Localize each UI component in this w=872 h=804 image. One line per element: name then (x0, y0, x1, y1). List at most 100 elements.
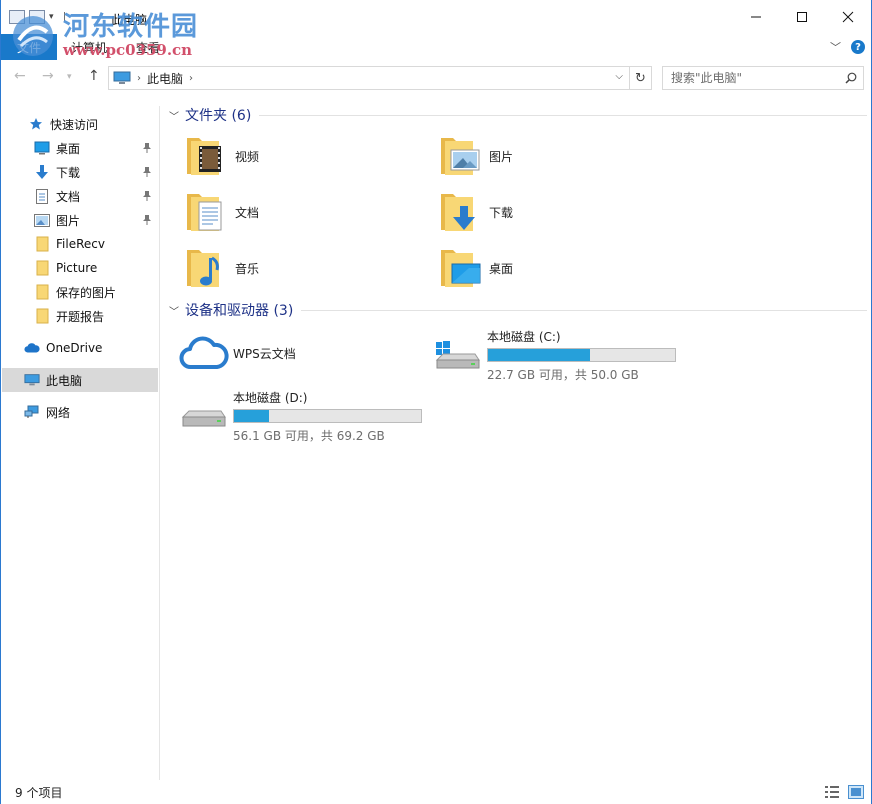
folder-icon (34, 308, 50, 324)
drive-usage-bar (233, 409, 422, 423)
separator-icon: | (63, 10, 73, 24)
sidebar-item-documents[interactable]: 文档 (2, 184, 158, 208)
quick-access-toolbar: ▾ | (9, 10, 73, 24)
sidebar-item-quick-access[interactable]: 快速访问 (2, 112, 158, 136)
close-button[interactable] (825, 0, 871, 34)
ribbon-tabs: 文件 计算机 查看 ﹀ ? (1, 34, 871, 60)
drive-free-space: 56.1 GB 可用，共 69.2 GB (233, 427, 422, 444)
sidebar-item-label: 开题报告 (56, 308, 104, 325)
video-folder-icon (185, 134, 229, 178)
sidebar-item-label: 保存的图片 (56, 284, 116, 301)
folder-label: 下载 (489, 204, 513, 221)
window-controls (733, 0, 871, 34)
folder-label: 音乐 (235, 260, 259, 277)
new-folder-icon[interactable] (29, 10, 45, 24)
chevron-down-icon[interactable]: ﹀ (169, 303, 179, 318)
pin-icon[interactable] (142, 142, 152, 154)
folder-music[interactable]: 音乐 (185, 244, 425, 292)
maximize-icon (796, 11, 808, 23)
drive-free-space: 22.7 GB 可用，共 50.0 GB (487, 366, 676, 383)
address-bar[interactable]: › 此电脑 › ⌵ (108, 66, 630, 90)
folder-label: 文档 (235, 204, 259, 221)
group-label: 文件夹 (6) (185, 105, 251, 125)
properties-icon[interactable] (9, 10, 25, 24)
drive-d[interactable]: 本地磁盘 (D:) 56.1 GB 可用，共 69.2 GB (179, 389, 422, 444)
hard-drive-icon (179, 389, 229, 433)
tab-file[interactable]: 文件 (1, 34, 57, 60)
breadcrumb-separator-icon[interactable]: › (137, 73, 141, 84)
up-arrow-icon[interactable]: ↑ (88, 68, 100, 84)
navigation-bar: ← → ▾ ↑ › 此电脑 › ⌵ ↻ (1, 62, 871, 92)
chevron-down-icon[interactable]: ▾ (49, 10, 59, 24)
sidebar-item-label: 图片 (56, 212, 80, 229)
sidebar-item-picture[interactable]: Picture (2, 256, 158, 280)
address-dropdown-icon[interactable]: ⌵ (615, 71, 623, 82)
sidebar-item-desktop[interactable]: 桌面 (2, 136, 158, 160)
item-count: 9 个项目 (15, 784, 62, 801)
folder-pictures[interactable]: 图片 (439, 132, 679, 180)
refresh-button[interactable]: ↻ (630, 66, 652, 90)
maximize-button[interactable] (779, 0, 825, 34)
cloud-icon (179, 333, 229, 373)
pin-icon[interactable] (142, 214, 152, 226)
sidebar-item-label: FileRecv (56, 237, 105, 251)
cloud-icon (24, 340, 40, 356)
chevron-down-icon[interactable]: ﹀ (169, 108, 179, 123)
sidebar-item-label: 桌面 (56, 140, 80, 157)
recent-locations-icon[interactable]: ▾ (67, 72, 72, 82)
sidebar-item-onedrive[interactable]: OneDrive (2, 336, 158, 360)
drive-usage-fill (488, 349, 590, 361)
device-label: WPS云文档 (233, 345, 296, 362)
folder-desktop[interactable]: 桌面 (439, 244, 679, 292)
drive-usage-bar (487, 348, 676, 362)
search-box[interactable] (662, 66, 864, 90)
desktop-icon (34, 140, 50, 156)
tab-computer[interactable]: 计算机 (71, 39, 107, 56)
folder-label: 桌面 (489, 260, 513, 277)
minimize-button[interactable] (733, 0, 779, 34)
sidebar-item-label: OneDrive (46, 341, 102, 355)
search-icon (845, 72, 857, 84)
group-header-folders[interactable]: ﹀ 文件夹 (6) (167, 103, 867, 127)
desktop-folder-icon (439, 246, 483, 290)
sidebar-item-network[interactable]: 网络 (2, 400, 158, 424)
sidebar-item-label: 网络 (46, 404, 70, 421)
group-divider (259, 115, 867, 116)
folder-label: 图片 (489, 148, 513, 165)
folder-videos[interactable]: 视频 (185, 132, 425, 180)
drive-c[interactable]: 本地磁盘 (C:) 22.7 GB 可用，共 50.0 GB (433, 328, 676, 383)
minimize-icon (750, 11, 762, 23)
forward-arrow-icon[interactable]: → (42, 68, 54, 84)
folder-icon (34, 260, 50, 276)
sidebar-item-filerecv[interactable]: FileRecv (2, 232, 158, 256)
pin-icon[interactable] (142, 190, 152, 202)
drive-usage-fill (234, 410, 269, 422)
sidebar-item-pictures[interactable]: 图片 (2, 208, 158, 232)
tab-view[interactable]: 查看 (136, 39, 160, 56)
folder-documents[interactable]: 文档 (185, 188, 425, 236)
sidebar-item-label: Picture (56, 261, 97, 275)
search-input[interactable] (671, 71, 837, 85)
device-wps-cloud[interactable]: WPS云文档 (179, 333, 296, 373)
sidebar-item-label: 快速访问 (50, 116, 98, 133)
sidebar-item-label: 此电脑 (46, 372, 82, 389)
download-icon (34, 164, 50, 180)
back-arrow-icon[interactable]: ← (14, 68, 26, 84)
sidebar-item-saved-pictures[interactable]: 保存的图片 (2, 280, 158, 304)
expand-ribbon-icon[interactable]: ﹀ (830, 39, 841, 55)
breadcrumb-this-pc[interactable]: 此电脑 (147, 70, 183, 87)
breadcrumb-separator-icon[interactable]: › (189, 73, 193, 84)
sidebar-item-label: 下载 (56, 164, 80, 181)
pin-icon[interactable] (142, 166, 152, 178)
group-header-devices[interactable]: ﹀ 设备和驱动器 (3) (167, 298, 867, 322)
large-icons-view-icon[interactable] (848, 785, 864, 799)
sidebar-item-downloads[interactable]: 下载 (2, 160, 158, 184)
details-view-icon[interactable] (824, 785, 840, 799)
sidebar-item-proposal-report[interactable]: 开题报告 (2, 304, 158, 328)
sidebar-item-this-pc[interactable]: 此电脑 (2, 368, 158, 392)
folder-downloads[interactable]: 下载 (439, 188, 679, 236)
title-bar[interactable]: ▾ | 此电脑 (1, 0, 871, 34)
ribbon-right-controls: ﹀ ? (830, 39, 865, 55)
help-icon[interactable]: ? (851, 40, 865, 54)
drive-name: 本地磁盘 (C:) (487, 328, 676, 345)
